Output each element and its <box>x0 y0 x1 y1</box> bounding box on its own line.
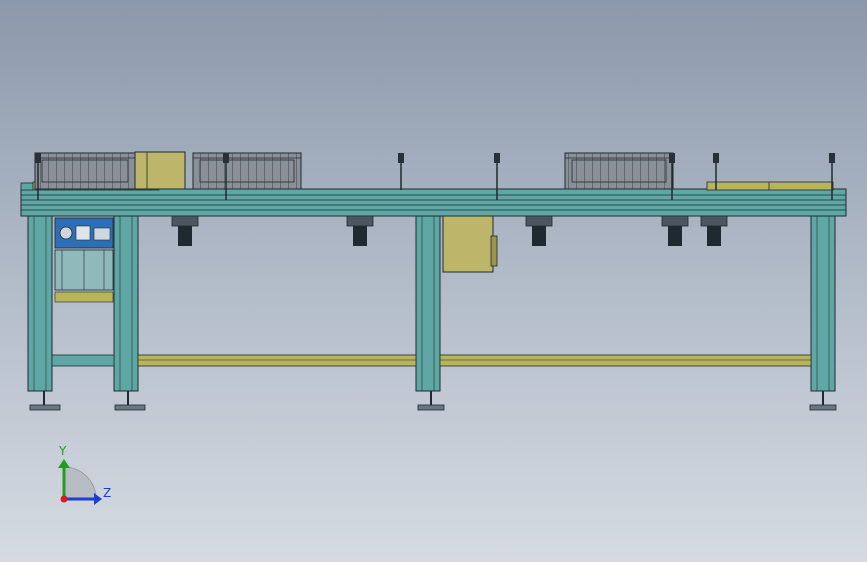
y-axis-label: Y <box>58 444 67 458</box>
drive-motor <box>442 215 498 273</box>
pallet-right <box>706 181 834 191</box>
crate-1 <box>34 152 136 190</box>
graphics-viewport[interactable]: Y Z <box>0 0 867 562</box>
conveyor-model[interactable]: Y Z <box>0 0 867 562</box>
guard-block <box>134 151 186 190</box>
leveling-feet <box>29 391 837 411</box>
control-panel <box>54 217 114 303</box>
z-axis-label: Z <box>103 486 111 500</box>
crate-2 <box>192 152 302 190</box>
x-axis-dot <box>60 495 68 503</box>
view-triad[interactable]: Y Z <box>58 444 111 505</box>
crate-3 <box>564 152 674 190</box>
